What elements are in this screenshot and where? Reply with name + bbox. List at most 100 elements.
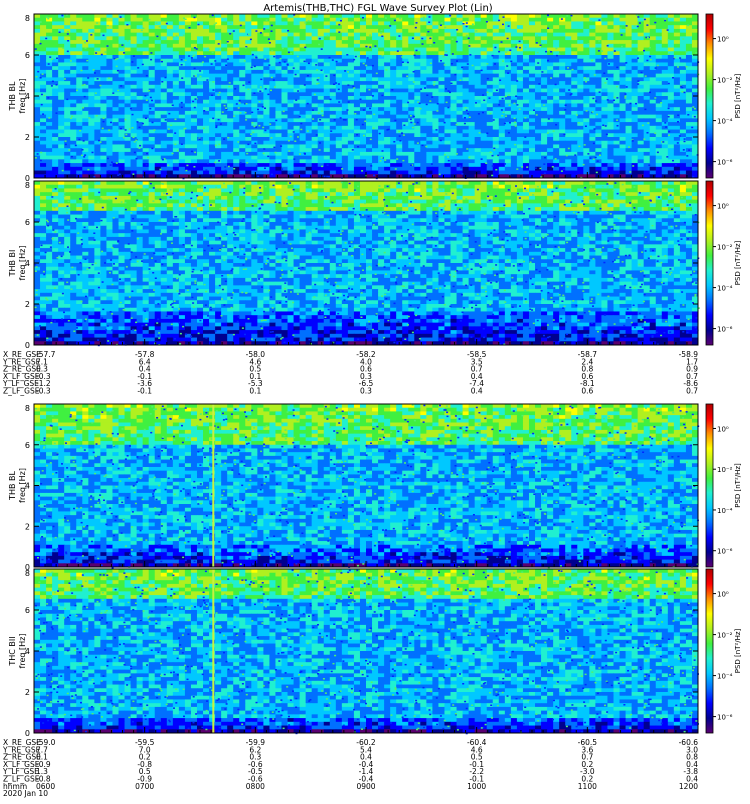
heatmap-cell [312,59,318,63]
heatmap-cell [76,21,82,25]
heatmap-cell [438,81,444,85]
heatmap-cell [88,85,94,89]
heatmap-cell [469,77,475,81]
heatmap-cell [179,55,185,59]
heatmap-cell [76,66,82,70]
heatmap-cell [680,21,686,25]
heatmap-cell [523,36,529,40]
heatmap-cell [535,33,541,37]
heatmap-cell [257,25,263,29]
heatmap-cell [239,18,245,22]
heatmap-cell [396,25,402,29]
heatmap-cell [589,29,595,33]
heatmap-cell [571,18,577,22]
heatmap-cell [541,33,547,37]
heatmap-cell [505,81,511,85]
heatmap-cell [106,40,112,44]
heatmap-cell [487,25,493,29]
heatmap-cell [372,59,378,63]
heatmap-cell [203,14,209,18]
heatmap-cell [366,66,372,70]
heatmap-cell [324,77,330,81]
heatmap-cell [451,66,457,70]
heatmap-cell [662,85,668,89]
heatmap-cell [281,36,287,40]
heatmap-cell [463,74,469,78]
heatmap-cell [221,40,227,44]
heatmap-cell [674,74,680,78]
heatmap-cell [239,85,245,89]
heatmap-cell [686,77,692,81]
heatmap-cell [100,59,106,63]
heatmap-cell [275,44,281,48]
heatmap-cell [52,18,58,22]
heatmap-cell [125,14,131,18]
heatmap-cell [179,40,185,44]
heatmap-cell [52,74,58,78]
heatmap-cell [119,36,125,40]
heatmap-cell [82,70,88,74]
heatmap-cell [571,81,577,85]
heatmap-cell [215,36,221,40]
heatmap-cell [692,40,698,44]
heatmap-cell [94,59,100,63]
heatmap-cell [288,59,294,63]
heatmap-cell [499,74,505,78]
heatmap-cell [221,55,227,59]
heatmap-cell [457,55,463,59]
heatmap-cell [529,74,535,78]
heatmap-cell [360,70,366,74]
heatmap-cell [656,40,662,44]
heatmap-cell [420,81,426,85]
heatmap-cell [523,74,529,78]
heatmap-cell [330,25,336,29]
heatmap-cell [613,14,619,18]
heatmap-cell [384,21,390,25]
heatmap-cell [64,66,70,70]
heatmap-cell [487,48,493,52]
heatmap-cell [577,85,583,89]
heatmap-cell [541,81,547,85]
heatmap-cell [336,77,342,81]
heatmap-cell [680,81,686,85]
heatmap-cell [372,85,378,89]
heatmap-cell [330,40,336,44]
heatmap-cell [511,14,517,18]
heatmap-cell [342,25,348,29]
heatmap-cell [632,81,638,85]
heatmap-cell [662,70,668,74]
heatmap-cell [185,62,191,66]
heatmap-cell [131,25,137,29]
heatmap-cell [547,36,553,40]
heatmap-cell [650,77,656,81]
heatmap-cell [451,29,457,33]
heatmap-cell [589,85,595,89]
heatmap-cell [82,62,88,66]
heatmap-cell [288,55,294,59]
heatmap-cell [281,51,287,55]
heatmap-cell [541,44,547,48]
heatmap-cell [209,36,215,40]
heatmap-cell [191,33,197,37]
heatmap-cell [137,14,143,18]
heatmap-cell [306,40,312,44]
heatmap-cell [173,66,179,70]
heatmap-cell [595,36,601,40]
heatmap-cell [330,62,336,66]
heatmap-cell [469,29,475,33]
heatmap-cell [438,18,444,22]
heatmap-cell [559,74,565,78]
heatmap-cell [626,40,632,44]
heatmap-cell [390,14,396,18]
heatmap-cell [505,33,511,37]
heatmap-cell [245,51,251,55]
heatmap-cell [565,85,571,89]
heatmap-cell [559,36,565,40]
heatmap-cell [662,55,668,59]
heatmap-cell [354,62,360,66]
heatmap-cell [82,51,88,55]
heatmap-cell [620,21,626,25]
heatmap-cell [112,74,118,78]
heatmap-cell [179,29,185,33]
heatmap-cell [215,55,221,59]
